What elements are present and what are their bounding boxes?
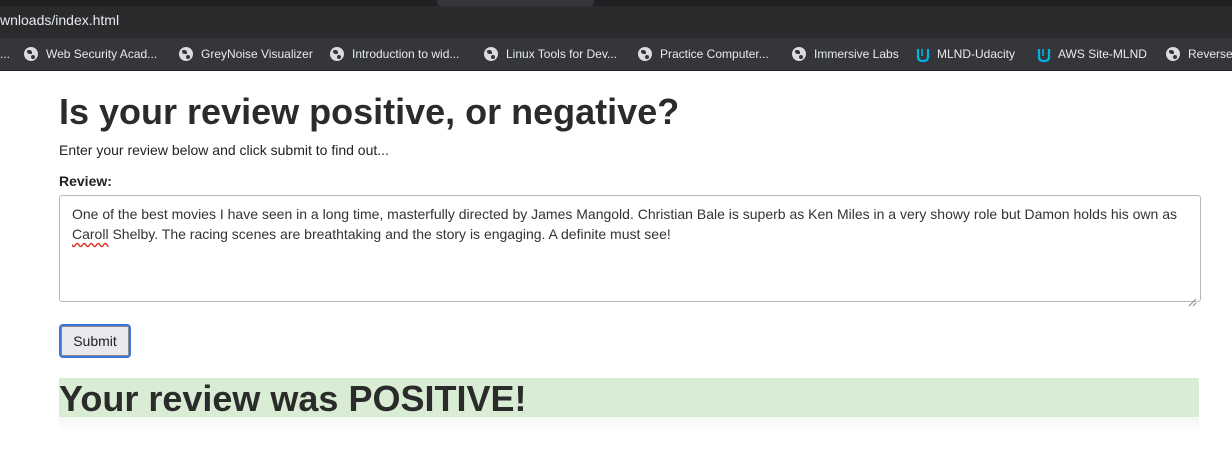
page-subtitle: Enter your review below and click submit… (59, 142, 389, 158)
review-misspelled-word: Caroll (72, 226, 109, 242)
resize-grip-icon[interactable] (1187, 297, 1197, 307)
bookmark-label: Reverse (1188, 47, 1232, 61)
udacity-icon (915, 47, 930, 63)
bookmark-immersive-labs[interactable]: Immersive Labs (792, 38, 899, 70)
bookmark-web-security-academy[interactable]: Web Security Acad... (24, 38, 157, 70)
bookmark-linux-tools[interactable]: Linux Tools for Dev... (484, 38, 617, 70)
bookmark-greynoise-visualizer[interactable]: GreyNoise Visualizer (179, 38, 313, 70)
globe-icon (484, 47, 498, 61)
globe-icon (792, 47, 806, 61)
review-textarea[interactable]: One of the best movies I have seen in a … (59, 195, 1201, 302)
bookmark-introduction-to-wid[interactable]: Introduction to wid... (330, 38, 459, 70)
result-text: Your review was POSITIVE! (59, 378, 527, 419)
globe-icon (179, 47, 193, 61)
review-text-part-2: Shelby. The racing scenes are breathtaki… (108, 226, 671, 242)
bookmark-reverse[interactable]: Reverse (1166, 38, 1232, 70)
bookmark-label: Practice Computer... (660, 47, 769, 61)
bookmark-overflow-text[interactable]: ... (0, 38, 10, 70)
bookmark-label: AWS Site-MLND (1058, 47, 1147, 61)
tab-strip (0, 0, 1232, 6)
bookmark-label: Introduction to wid... (352, 47, 460, 61)
bookmarks-bar: ... Web Security Acad... GreyNoise Visua… (0, 38, 1232, 71)
bookmark-label: Web Security Acad... (46, 47, 158, 61)
review-text-part-1: One of the best movies I have seen in a … (72, 206, 1177, 222)
bookmark-practice-computer[interactable]: Practice Computer... (638, 38, 769, 70)
bookmark-label: MLND-Udacity (937, 47, 1016, 61)
browser-address-area: wnloads/index.html (0, 0, 1232, 38)
globe-icon (1166, 47, 1180, 61)
active-tab[interactable] (437, 0, 594, 6)
udacity-icon (1036, 47, 1051, 63)
globe-icon (330, 47, 344, 61)
result-banner: Your review was POSITIVE! (59, 378, 1199, 419)
page-title: Is your review positive, or negative? (59, 91, 680, 132)
submit-button[interactable]: Submit (59, 324, 131, 358)
bookmark-label: GreyNoise Visualizer (201, 47, 313, 61)
globe-icon (638, 47, 652, 61)
bookmark-label: Linux Tools for Dev... (506, 47, 617, 61)
bookmark-label: Immersive Labs (814, 47, 899, 61)
globe-icon (24, 47, 38, 61)
review-label: Review: (59, 173, 112, 189)
bookmark-mlnd-udacity[interactable]: MLND-Udacity (915, 38, 1015, 70)
result-fade (59, 417, 1199, 433)
bookmark-aws-site-mlnd[interactable]: AWS Site-MLND (1036, 38, 1147, 70)
address-bar-url[interactable]: wnloads/index.html (0, 11, 119, 29)
